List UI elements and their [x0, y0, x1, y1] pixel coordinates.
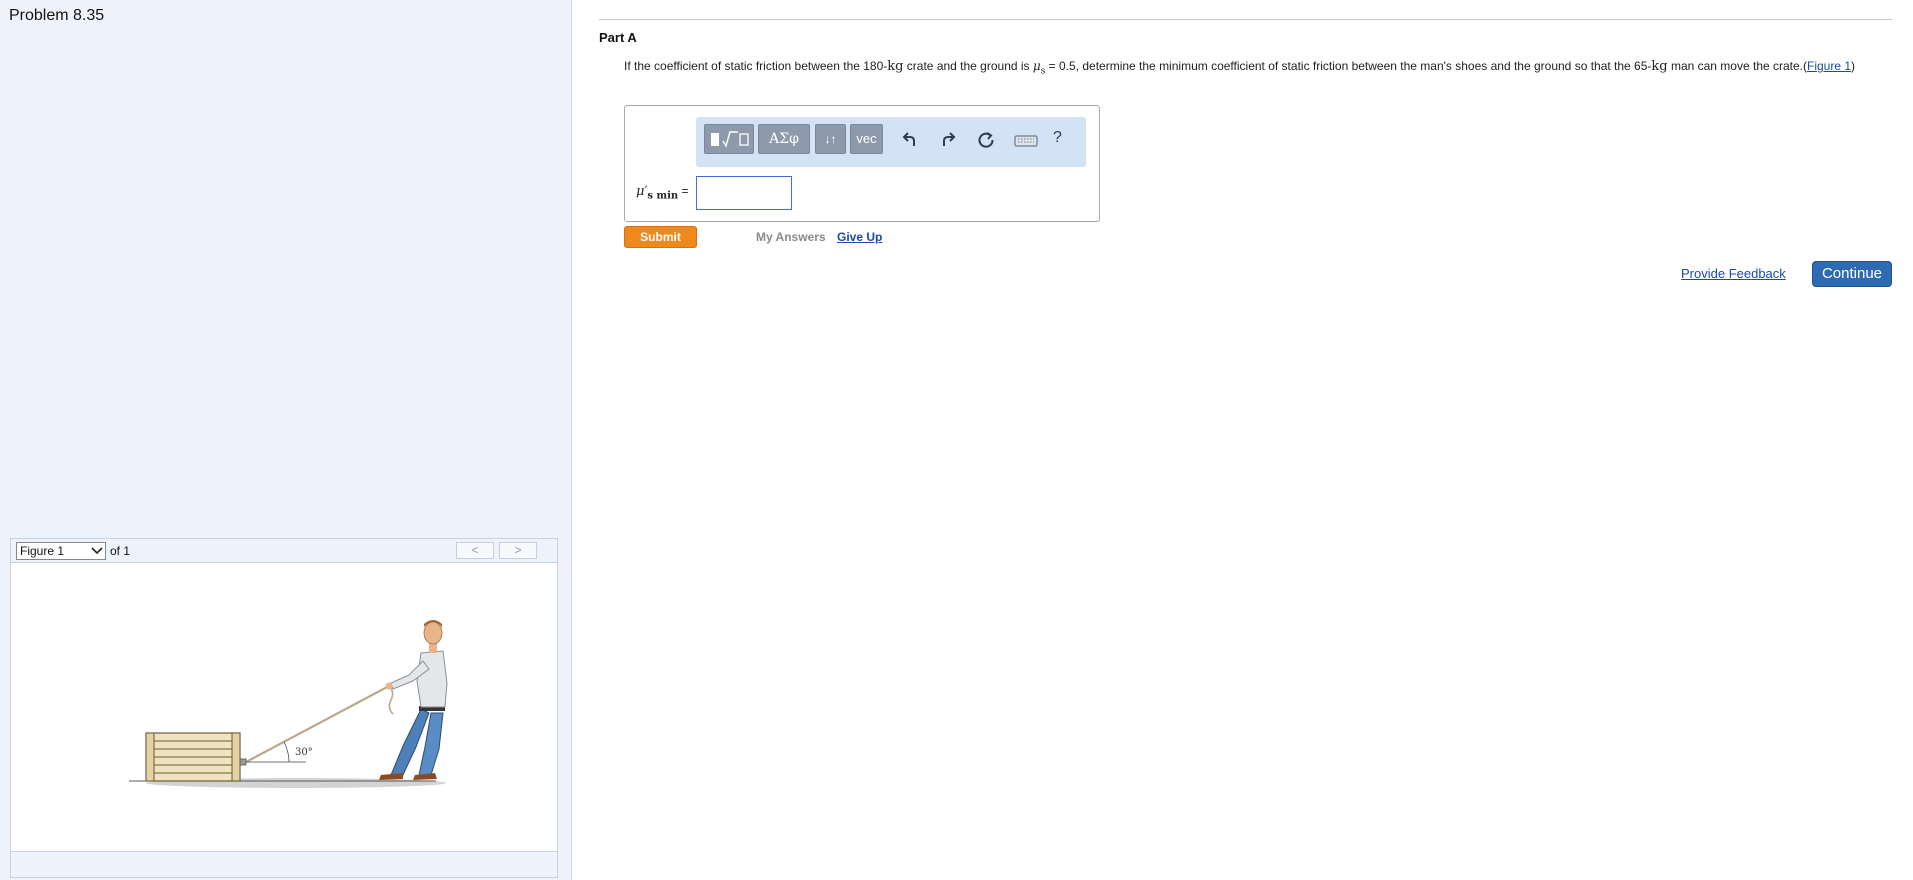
answer-box: ΑΣφ ↓↑ vec ? μ′s min =	[624, 105, 1100, 222]
question-text-3: = 0.5, determine the minimum coefficient…	[1045, 59, 1652, 73]
question-text-2: crate and the ground is	[903, 59, 1033, 73]
answer-label: μ′s min =	[636, 184, 689, 202]
figure-link-paren-close: )	[1851, 59, 1856, 73]
crate	[145, 732, 247, 782]
figure-toolbar: Figure 1 of 1 < >	[11, 539, 557, 563]
greek-symbols-button[interactable]: ΑΣφ	[758, 124, 810, 154]
part-divider	[599, 19, 1892, 20]
unit-kg: kg	[1651, 59, 1668, 74]
angle-arc	[283, 741, 290, 763]
undo-icon[interactable]	[899, 129, 921, 151]
rope	[245, 685, 390, 763]
man-figure	[379, 620, 448, 780]
fraction-sqrt-icon	[711, 131, 749, 148]
answer-label-mu: μ′	[636, 184, 648, 199]
figure-link[interactable]: Figure 1	[1807, 59, 1851, 73]
chevron-left-icon: <	[471, 543, 479, 557]
my-answers-link[interactable]: My Answers	[756, 230, 826, 244]
question-text: If the coefficient of static friction be…	[624, 55, 1874, 82]
keyboard-icon[interactable]	[1013, 129, 1039, 151]
help-icon[interactable]: ?	[1053, 129, 1062, 147]
chevron-down-icon	[91, 547, 103, 555]
angle-label: 30°	[295, 747, 313, 758]
question-text-4: man can move the crate.	[1667, 59, 1804, 73]
figure-select-value: Figure 1	[20, 544, 65, 558]
problem-panel: Problem 8.35 Figure 1 of 1 < > 30°	[0, 0, 572, 880]
math-toolbar: ΑΣφ ↓↑ vec ?	[696, 117, 1086, 167]
figure-select[interactable]: Figure 1	[16, 542, 106, 560]
problem-title: Problem 8.35	[9, 7, 105, 24]
figure-count: of 1	[110, 544, 131, 558]
part-title: Part A	[599, 30, 637, 45]
vector-button[interactable]: vec	[850, 124, 883, 154]
templates-button[interactable]	[704, 124, 754, 154]
unit-kg: kg	[887, 59, 904, 74]
redo-icon[interactable]	[937, 129, 959, 151]
provide-feedback-link[interactable]: Provide Feedback	[1681, 266, 1786, 281]
submit-button[interactable]: Submit	[624, 226, 697, 248]
question-text-1: If the coefficient of static friction be…	[624, 59, 888, 73]
figure-viewer: Figure 1 of 1 < > 30°	[10, 538, 558, 878]
rope-slack	[388, 685, 394, 715]
chevron-right-icon: >	[514, 543, 522, 557]
answer-input[interactable]	[696, 176, 792, 210]
answer-label-equals: =	[678, 184, 689, 198]
continue-button[interactable]: Continue	[1812, 261, 1892, 287]
mu-symbol: μ	[1032, 59, 1041, 73]
subscript-superscript-button[interactable]: ↓↑	[815, 124, 846, 154]
previous-figure-button[interactable]: <	[456, 542, 494, 559]
figure-image: 30°	[129, 620, 448, 788]
answer-label-subscript: s min	[647, 190, 679, 202]
figure-footer	[11, 851, 557, 877]
give-up-link[interactable]: Give Up	[837, 230, 882, 244]
next-figure-button[interactable]: >	[499, 542, 537, 559]
reset-icon[interactable]	[975, 129, 997, 151]
